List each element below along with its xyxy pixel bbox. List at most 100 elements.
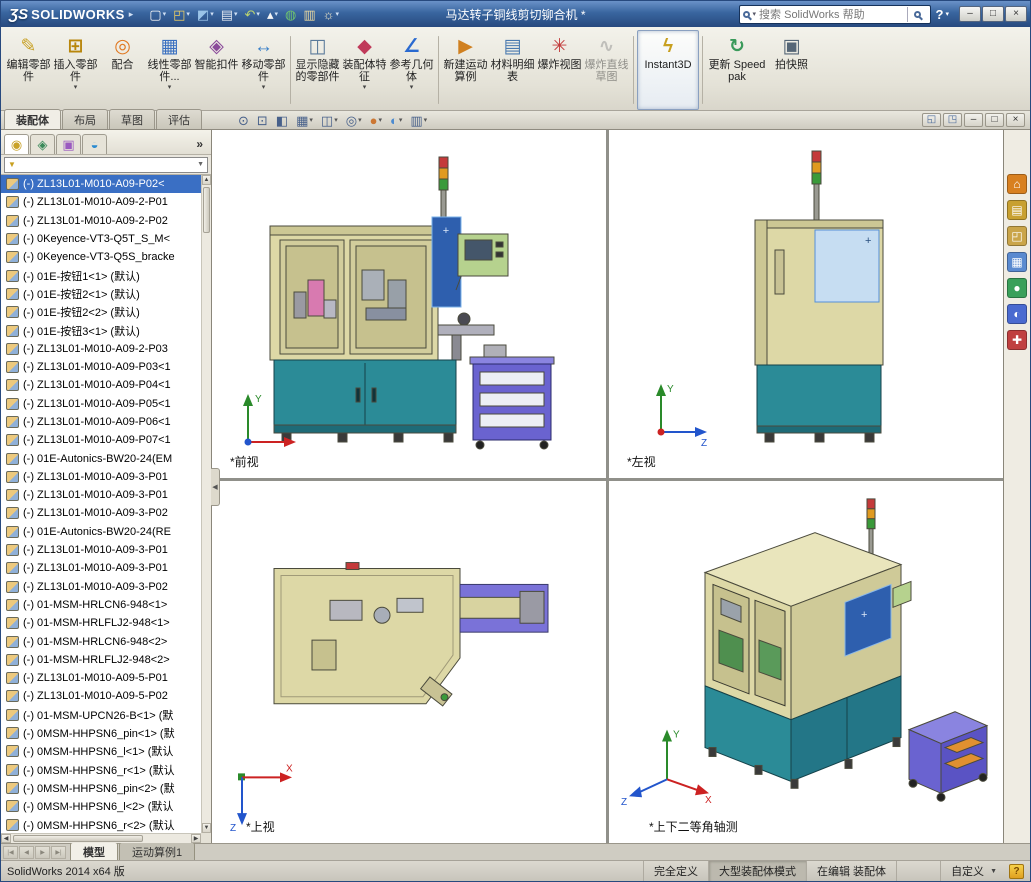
hide-show-items-icon[interactable]: ◎	[344, 112, 364, 128]
tree-item[interactable]: (-) ZL13L01-M010-A09-P05<1	[1, 395, 201, 413]
viewport-left[interactable]: + Y Z *左视	[609, 130, 1003, 478]
dropdown-arrow-icon[interactable]	[74, 84, 78, 91]
filter-dropdown-arrow-icon[interactable]: ▼	[197, 161, 204, 168]
close-document-button[interactable]: ×	[1006, 113, 1025, 127]
dropdown-arrow-icon[interactable]	[234, 10, 238, 18]
tree-item[interactable]: (-) 01E-按钮2<1> (默认)	[1, 285, 201, 303]
rebuild-button[interactable]: ◍	[282, 4, 299, 24]
search-go-button[interactable]	[906, 6, 927, 22]
viewport-isometric[interactable]: + Y X Z *上下二等角轴测	[609, 481, 1003, 843]
tree-vertical-scrollbar[interactable]: ▲ ▼	[201, 175, 211, 833]
tab-layout[interactable]: 布局	[62, 109, 108, 129]
linear-component-pattern-button[interactable]: ▦ 线性零部件...	[146, 30, 193, 110]
tree-item[interactable]: (-) ZL13L01-M010-A09-5-P01	[1, 669, 201, 687]
update-speedpak-button[interactable]: ↻ 更新 Speedpak	[706, 30, 768, 110]
tree-item[interactable]: (-) 01-MSM-UPCN26-B<1> (默	[1, 706, 201, 724]
open-document-button[interactable]: ◰	[170, 4, 193, 24]
tree-item[interactable]: (-) 01E-按钮2<2> (默认)	[1, 303, 201, 321]
status-custom-dropdown[interactable]: 自定义	[940, 861, 1007, 881]
tree-item[interactable]: (-) 01-MSM-HRLCN6-948<2>	[1, 632, 201, 650]
displaymanager-tab[interactable]: ◒	[82, 134, 107, 154]
minimize-document-button[interactable]: –	[964, 113, 983, 127]
single-viewport-button[interactable]: ◳	[943, 113, 962, 127]
status-spacer[interactable]	[896, 861, 940, 881]
tree-horizontal-scrollbar[interactable]: ◀ ▶	[1, 833, 201, 843]
minimize-app-button[interactable]: –	[959, 6, 981, 22]
taskpane-custom-properties-icon[interactable]: ✚	[1007, 330, 1027, 350]
dropdown-arrow-icon[interactable]	[358, 117, 362, 124]
viewport-front[interactable]: + Y *前视	[212, 130, 606, 478]
section-view-icon[interactable]: ◧	[274, 112, 290, 128]
tree-item[interactable]: (-) 01E-Autonics-BW20-24(EM	[1, 449, 201, 467]
scroll-up-button[interactable]: ▲	[202, 175, 211, 185]
tree-item[interactable]: (-) ZL13L01-M010-A09-P02<	[1, 175, 201, 194]
zoom-area-icon[interactable]: ⊡	[255, 112, 270, 128]
motion-study-tab[interactable]: 运动算例1	[119, 842, 196, 860]
taskpane-design-library-icon[interactable]: ▤	[1007, 200, 1027, 220]
scroll-thumb[interactable]	[13, 835, 143, 842]
bill-of-materials-button[interactable]: ▤ 材料明细表	[489, 30, 536, 110]
file-properties-button[interactable]: ▥	[300, 4, 318, 24]
tree-item[interactable]: (-) ZL13L01-M010-A09-P04<1	[1, 376, 201, 394]
dropdown-arrow-icon[interactable]	[410, 84, 414, 91]
dropdown-arrow-icon[interactable]	[399, 117, 403, 124]
ribbon-separator[interactable]	[633, 36, 634, 104]
options-button[interactable]: ☼	[320, 4, 342, 24]
taskpane-view-palette-icon[interactable]: ▦	[1007, 252, 1027, 272]
select-button[interactable]: ▴	[264, 4, 281, 24]
last-tab-button[interactable]: ▶|	[51, 846, 66, 859]
taskpane-resources-icon[interactable]: ⌂	[1007, 174, 1027, 194]
viewport-top[interactable]: X Z *上视	[212, 481, 606, 843]
first-tab-button[interactable]: |◀	[3, 846, 18, 859]
tree-item[interactable]: (-) ZL13L01-M010-A09-2-P02	[1, 212, 201, 230]
search-scope-arrow-icon[interactable]: ▾	[753, 10, 757, 18]
scroll-thumb[interactable]	[203, 187, 210, 233]
propertymanager-tab[interactable]: ◈	[30, 134, 55, 154]
tree-item[interactable]: (-) ZL13L01-M010-A09-P03<1	[1, 358, 201, 376]
show-hidden-components-button[interactable]: ◫ 显示隐藏的零部件	[294, 30, 341, 110]
scroll-right-button[interactable]: ▶	[191, 834, 201, 843]
explode-line-sketch-button[interactable]: ∿ 爆炸直线草图	[583, 30, 630, 110]
more-panels-chevron-icon[interactable]: »	[196, 137, 208, 154]
print-button[interactable]: ▤	[218, 4, 241, 24]
scroll-down-button[interactable]: ▼	[202, 823, 211, 833]
tree-item[interactable]: (-) 0MSM-HHPSN6_pin<2> (默	[1, 779, 201, 797]
tree-item[interactable]: (-) 01-MSM-HRLFLJ2-948<1>	[1, 614, 201, 632]
featuremanager-tab[interactable]: ◉	[4, 134, 29, 154]
exploded-view-button[interactable]: ✳ 爆炸视图	[536, 30, 583, 110]
tree-item[interactable]: (-) 0MSM-HHPSN6_r<2> (默认	[1, 815, 201, 833]
dropdown-arrow-icon[interactable]	[163, 10, 167, 18]
new-motion-study-button[interactable]: ▶ 新建运动算例	[442, 30, 489, 110]
model-tab[interactable]: 模型	[70, 842, 118, 860]
tree-item[interactable]: (-) ZL13L01-M010-A09-3-P01	[1, 541, 201, 559]
tile-viewports-button[interactable]: ◱	[922, 113, 941, 127]
tree-item[interactable]: (-) ZL13L01-M010-A09-2-P03	[1, 340, 201, 358]
tree-item[interactable]: (-) ZL13L01-M010-A09-P07<1	[1, 431, 201, 449]
help-button[interactable]: ? ▾	[936, 7, 949, 22]
tree-item[interactable]: (-) 01E-按钮1<1> (默认)	[1, 266, 201, 284]
tab-assembly[interactable]: 装配体	[4, 109, 61, 129]
tree-item[interactable]: (-) ZL13L01-M010-A09-3-P01	[1, 486, 201, 504]
tree-item[interactable]: (-) 0Keyence-VT3-Q5S_bracke	[1, 248, 201, 266]
ribbon-separator[interactable]	[702, 36, 703, 104]
tree-item[interactable]: (-) 01-MSM-HRLFLJ2-948<2>	[1, 651, 201, 669]
tree-item[interactable]: (-) 01-MSM-HRLCN6-948<1>	[1, 596, 201, 614]
tree-item[interactable]: (-) 0MSM-HHPSN6_pin<1> (默	[1, 724, 201, 742]
status-editing-assembly[interactable]: 在编辑 装配体	[806, 861, 896, 881]
zoom-fit-icon[interactable]: ⊙	[236, 112, 251, 128]
tree-item[interactable]: (-) ZL13L01-M010-A09-P06<1	[1, 413, 201, 431]
apply-scene-icon[interactable]: ◐	[388, 112, 404, 128]
tree-item[interactable]: (-) ZL13L01-M010-A09-2-P01	[1, 193, 201, 211]
dropdown-arrow-icon[interactable]	[262, 84, 266, 91]
panel-collapse-handle[interactable]: ◀	[211, 467, 220, 506]
tree-filter-input[interactable]: ▼ ▼	[4, 156, 208, 173]
tree-item[interactable]: (-) ZL13L01-M010-A09-3-P01	[1, 559, 201, 577]
search-input[interactable]: 搜索 SolidWorks 帮助	[759, 6, 903, 22]
instant3d-button[interactable]: ϟ Instant3D	[637, 30, 699, 110]
tree-item[interactable]: (-) 01E-Autonics-BW20-24(RE	[1, 523, 201, 541]
assembly-features-button[interactable]: ◆ 装配体特征	[341, 30, 388, 110]
maximize-app-button[interactable]: □	[982, 6, 1004, 22]
ribbon-separator[interactable]	[290, 36, 291, 104]
edit-appearance-icon[interactable]: ●	[368, 112, 384, 128]
tab-sketch[interactable]: 草图	[109, 109, 155, 129]
